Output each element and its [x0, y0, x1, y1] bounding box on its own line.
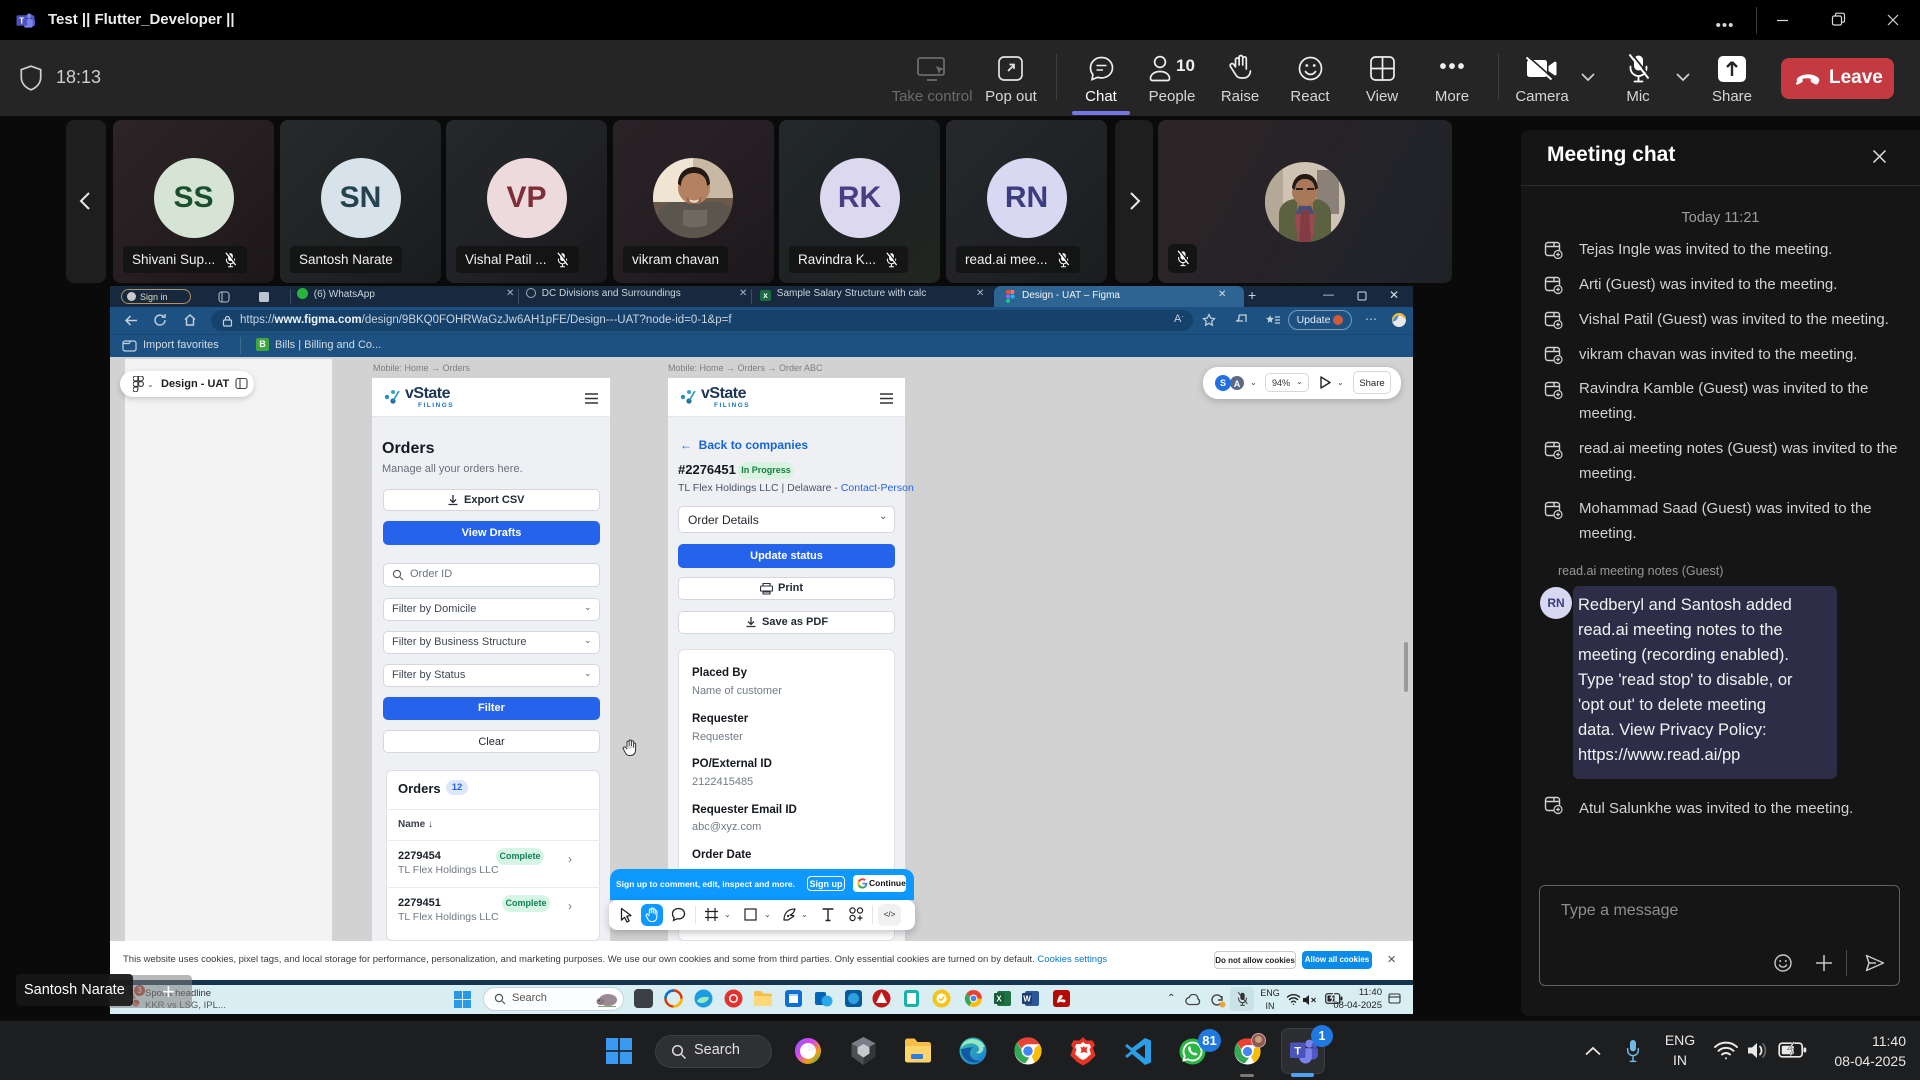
svg-text:T: T: [19, 15, 25, 25]
svg-text:W: W: [1023, 995, 1031, 1004]
svg-text:T: T: [1294, 1045, 1301, 1057]
svg-text:X: X: [996, 995, 1002, 1004]
